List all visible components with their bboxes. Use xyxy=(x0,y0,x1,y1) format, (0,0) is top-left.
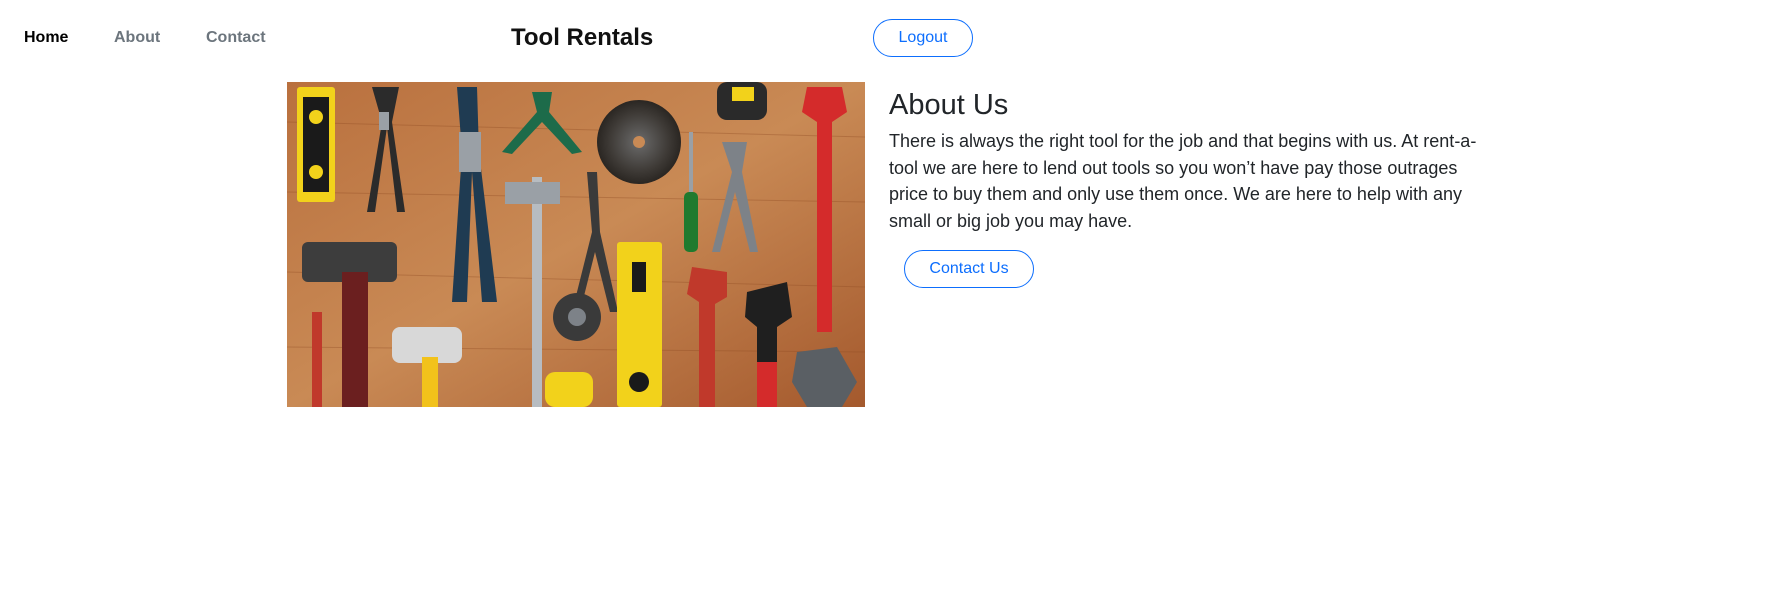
nav-link-contact[interactable]: Contact xyxy=(206,29,266,47)
about-description: There is always the right tool for the j… xyxy=(889,131,1477,231)
nav-link-home[interactable]: Home xyxy=(24,29,68,47)
page: Home About Contact Tool Rentals Logout A… xyxy=(0,0,1786,605)
tools-hero-image xyxy=(287,82,865,407)
site-title: Tool Rentals xyxy=(511,24,654,51)
about-heading: About Us xyxy=(889,89,1009,121)
nav-link-about[interactable]: About xyxy=(114,29,160,47)
logout-button[interactable]: Logout xyxy=(873,19,973,57)
contact-us-button[interactable]: Contact Us xyxy=(904,250,1034,288)
